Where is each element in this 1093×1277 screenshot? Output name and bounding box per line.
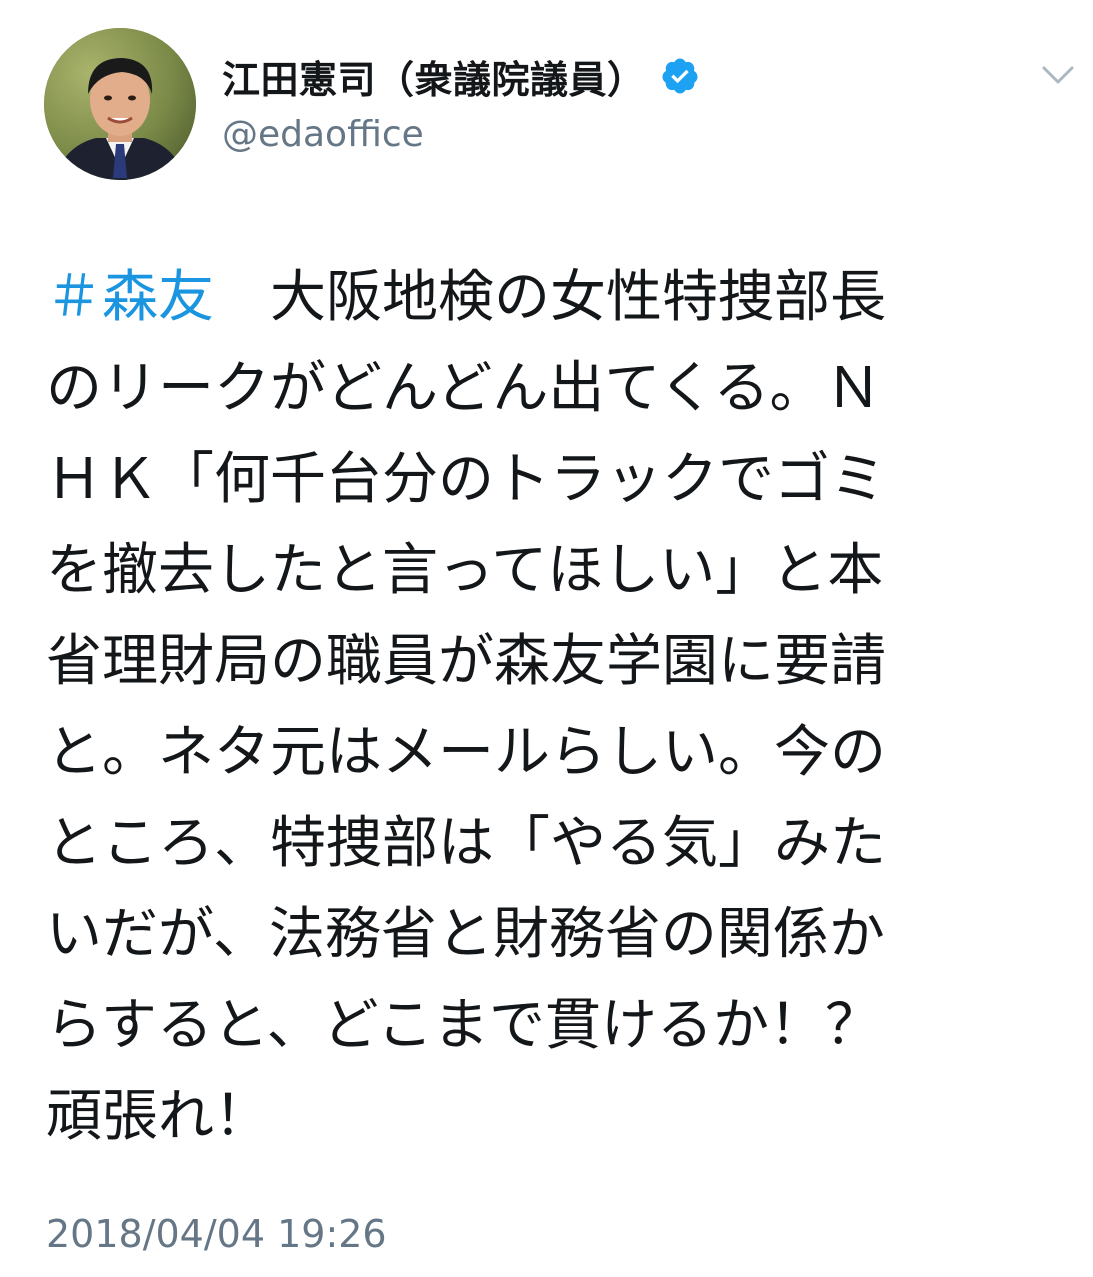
chevron-down-icon[interactable] (1040, 62, 1076, 88)
tweet-text: ＃森友 大阪地検の女性特捜部長 のリークがどんどん出てくる。Ｎ ＨＫ「何千台分の… (46, 252, 1056, 1162)
hashtag-link[interactable]: ＃森友 (46, 265, 214, 330)
tweet: 江田憲司（衆議院議員） @edaoffice ＃森友 大阪地検の女性特捜部長 の… (0, 0, 1093, 1277)
tweet-text-line: ＃森友 大阪地検の女性特捜部長 (46, 252, 1056, 343)
user-handle[interactable]: @edaoffice (222, 114, 700, 155)
author-block: 江田憲司（衆議院議員） @edaoffice (222, 44, 700, 155)
tweet-text-line: ＨＫ「何千台分のトラックでゴミ (46, 447, 886, 512)
avatar-photo (44, 28, 196, 180)
tweet-text-line: 省理財局の職員が森友学園に要請 (46, 629, 886, 694)
name-row: 江田憲司（衆議院議員） (222, 44, 700, 108)
verified-badge-icon (660, 56, 700, 96)
avatar[interactable] (44, 28, 196, 180)
tweet-text-line: 頑張れ！ (46, 1084, 270, 1149)
tweet-text-line: ところ、特捜部は「やる気」みた (46, 811, 886, 876)
tweet-text-line: と。ネタ元はメールらしい。今の (46, 720, 886, 785)
tweet-text-line: を撤去したと言ってほしい」と本 (46, 538, 884, 603)
display-name[interactable]: 江田憲司（衆議院議員） (222, 49, 646, 104)
tweet-text-segment: 大阪地検の女性特捜部長 (214, 265, 886, 330)
tweet-text-line: いだが、法務省と財務省の関係か (46, 902, 885, 967)
tweet-timestamp[interactable]: 2018/04/04 19:26 (46, 1212, 387, 1256)
tweet-text-line: のリークがどんどん出てくる。Ｎ (46, 356, 882, 421)
tweet-text-line: らすると、どこまで貫けるか！？ (46, 993, 881, 1058)
